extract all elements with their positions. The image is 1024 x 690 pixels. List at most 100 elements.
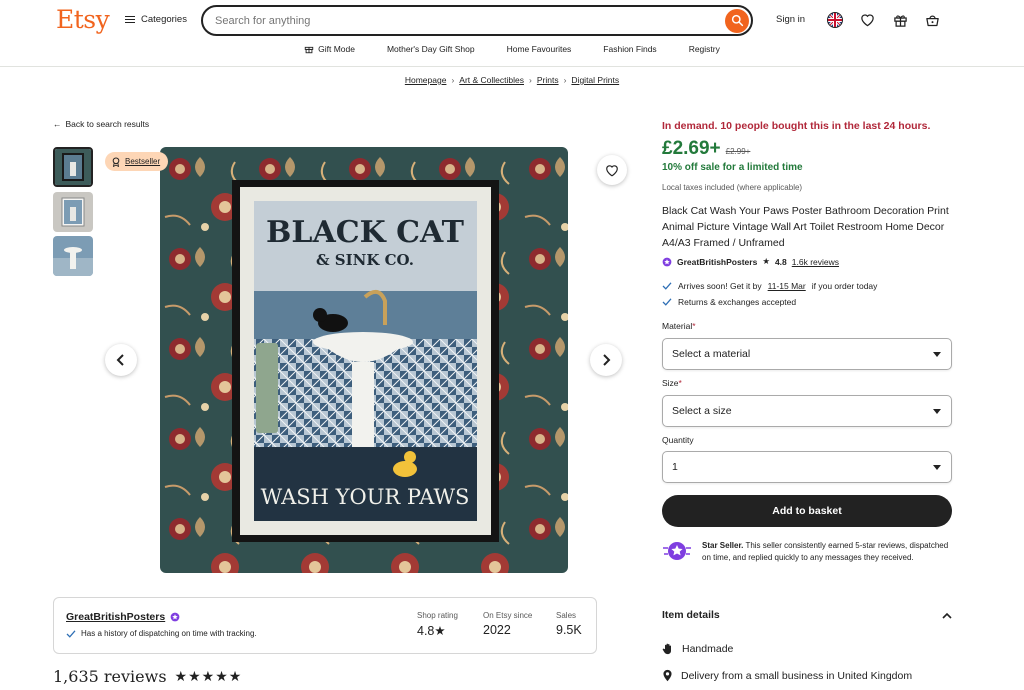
required-mark: * (678, 378, 682, 388)
subnav-registry[interactable]: Registry (673, 44, 736, 54)
etsy-logo[interactable]: Etsy (56, 5, 110, 34)
product-image: BLACK CAT & SINK CO. WASH YOUR PAWS (160, 147, 568, 573)
breadcrumb-art-collectibles[interactable]: Art & Collectibles (459, 75, 524, 85)
stat-label: Shop rating (417, 611, 458, 620)
check-icon (662, 282, 672, 290)
chevron-right-icon: › (529, 75, 532, 85)
item-details-heading: Item details (662, 609, 720, 621)
back-label: Back to search results (65, 119, 150, 129)
returns-note: Returns & exchanges accepted (662, 297, 796, 307)
detail-text: Delivery from a small business in United… (681, 669, 913, 682)
thumbnail-1[interactable] (53, 147, 93, 187)
star-seller-badge-icon (170, 612, 180, 622)
product-title: Black Cat Wash Your Paws Poster Bathroom… (662, 205, 949, 249)
bestseller-badge[interactable]: Bestseller (105, 152, 169, 171)
on-etsy-since-stat: On Etsy since 2022 (483, 611, 532, 637)
quantity-label: Quantity (662, 435, 694, 445)
star-seller-badge-icon (663, 542, 691, 560)
bestseller-label: Bestseller (125, 157, 161, 166)
poster-title-line2: & SINK CO. (316, 251, 414, 269)
subnav-home-favourites[interactable]: Home Favourites (491, 44, 588, 54)
location-pin-icon (663, 669, 672, 682)
search-button[interactable] (725, 8, 749, 33)
size-label: Size* (662, 378, 682, 388)
rating-stars-icon: ★★★★★ (174, 668, 243, 685)
categories-label: Categories (141, 14, 187, 25)
hand-icon (662, 643, 671, 655)
caret-down-icon (933, 351, 941, 357)
material-select[interactable]: Select a material (662, 338, 952, 370)
reviews-link[interactable]: 1.6k reviews (792, 257, 839, 267)
returns-text: Returns & exchanges accepted (678, 297, 797, 307)
categories-button[interactable]: Categories (125, 14, 187, 25)
detail-delivery: Delivery from a small business in United… (662, 669, 912, 682)
header-divider (0, 66, 1024, 67)
shop-info-card: GreatBritishPosters Has a history of dis… (53, 597, 597, 654)
heart-icon (606, 164, 618, 176)
chevron-right-icon: › (451, 75, 455, 85)
stat-value: 9.5K (556, 623, 582, 637)
search-input[interactable] (215, 14, 725, 27)
sign-in-link[interactable]: Sign in (776, 14, 805, 25)
material-label-text: Material (662, 321, 693, 331)
shop-name: GreatBritishPosters (66, 611, 166, 623)
seller-rating: 4.8 (774, 256, 787, 267)
star-seller-badge-icon (662, 257, 672, 266)
item-details-toggle[interactable]: Item details (662, 609, 952, 621)
size-select-value: Select a size (672, 405, 732, 417)
arrival-prefix: Arrives soon! Get it by (678, 281, 762, 291)
next-image-button[interactable] (590, 344, 622, 376)
seller-name-link[interactable]: GreatBritishPosters (677, 257, 757, 267)
seller-summary: GreatBritishPosters ★ 4.8 1.6k reviews (662, 256, 839, 267)
caret-down-icon (933, 464, 941, 470)
subnav-mothers-day[interactable]: Mother's Day Gift Shop (371, 44, 491, 54)
star-seller-notice: Star Seller. This seller consistently ea… (662, 540, 954, 564)
demand-notice: In demand. 10 people bought this in the … (662, 120, 931, 132)
subnav-label: Gift Mode (318, 44, 355, 54)
shop-rating-stat: Shop rating 4.8★ (417, 611, 458, 638)
material-label: Material* (662, 321, 696, 331)
previous-image-button[interactable] (105, 344, 137, 376)
sale-notice: 10% off sale for a limited time (662, 162, 803, 173)
stat-value: 2022 (483, 623, 511, 637)
arrival-estimate: Arrives soon! Get it by 11-15 Mar if you… (662, 281, 877, 291)
breadcrumb-digital-prints[interactable]: Digital Prints (571, 75, 619, 85)
thumbnail-3[interactable] (53, 236, 93, 276)
arrow-left-icon: ← (53, 119, 62, 129)
breadcrumb-homepage[interactable]: Homepage (405, 75, 447, 85)
original-price: £2.99+ (725, 147, 751, 156)
shop-name-link[interactable]: GreatBritishPosters (66, 611, 180, 623)
quantity-select[interactable]: 1 (662, 451, 952, 483)
star-icon: ★ (762, 256, 770, 266)
favourite-button[interactable] (597, 155, 627, 185)
thumbnail-2[interactable] (53, 192, 93, 232)
material-select-value: Select a material (672, 348, 751, 360)
subnav-gift-mode[interactable]: Gift Mode (288, 44, 371, 54)
uk-flag-icon[interactable] (826, 11, 844, 29)
quantity-select-value: 1 (672, 461, 678, 473)
taxes-note: Local taxes included (where applicable) (662, 183, 803, 192)
breadcrumb: Homepage › Art & Collectibles › Prints ›… (0, 75, 1024, 85)
reviews-count: 1,635 reviews (53, 667, 167, 686)
gift-icon[interactable] (891, 11, 909, 29)
detail-handmade: Handmade (662, 642, 733, 655)
back-to-search-link[interactable]: ← Back to search results (53, 119, 149, 129)
basket-icon[interactable] (923, 11, 941, 29)
size-select[interactable]: Select a size (662, 395, 952, 427)
arrival-suffix: if you order today (811, 281, 878, 291)
award-icon (112, 156, 120, 167)
stat-value: 4.8★ (417, 624, 446, 638)
arrival-dates-link[interactable]: 11-15 Mar (768, 281, 806, 291)
reviews-heading: 1,635 reviews ★★★★★ (53, 667, 242, 686)
add-to-basket-button[interactable]: Add to basket (662, 495, 952, 527)
poster-slogan: WASH YOUR PAWS (261, 485, 470, 509)
subnav-fashion-finds[interactable]: Fashion Finds (587, 44, 672, 54)
price-block: £2.69+ £2.99+ (662, 138, 750, 160)
breadcrumb-prints[interactable]: Prints (537, 75, 559, 85)
caret-down-icon (933, 408, 941, 414)
check-icon (662, 298, 672, 306)
detail-text: Handmade (682, 642, 734, 655)
favourites-heart-icon[interactable] (858, 11, 876, 29)
sales-stat: Sales 9.5K (556, 611, 582, 637)
star-seller-title: Star Seller. (702, 541, 744, 550)
